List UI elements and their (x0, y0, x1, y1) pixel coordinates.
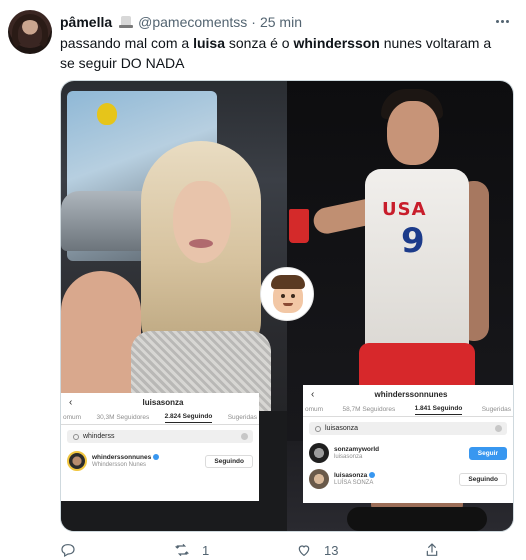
shoes (347, 507, 487, 531)
ig-result-username: luisasonza (334, 472, 376, 479)
back-arrow-icon: ‹ (69, 397, 73, 408)
user-handle[interactable]: @pamecomentss (138, 14, 247, 30)
ig-result-name: LUÍSA SONZA (334, 480, 374, 486)
ig-result-row: whinderssonnunes Whindersson Nunes Segui… (61, 448, 259, 474)
ig-tab: 58,7M Seguidores (342, 406, 396, 413)
ig-tabs: omum 30,3M Seguidores 2.824 Seguindo Sug… (61, 411, 259, 425)
verified-icon (369, 472, 376, 479)
verified-icon (153, 454, 160, 461)
reply-icon (61, 544, 75, 558)
sticker-icon (97, 103, 117, 125)
ig-avatar (309, 469, 329, 489)
tweet-actions: 1 13 (60, 540, 500, 560)
reply-button[interactable] (60, 542, 88, 558)
ig-result-username: sonzamyworld (334, 446, 380, 453)
ig-following-button: Seguindo (205, 455, 253, 468)
timestamp[interactable]: 25 min (260, 14, 302, 30)
search-icon (315, 425, 321, 432)
dot-separator: · (251, 14, 256, 30)
ig-avatar (67, 451, 87, 471)
like-count: 13 (324, 542, 339, 558)
ig-search-value: whinderss (83, 433, 115, 440)
tweet-header: pâmella @pamecomentss · 25 min (60, 12, 302, 32)
memoji-mouth (283, 303, 293, 306)
face (173, 181, 231, 263)
clear-icon (241, 433, 248, 440)
ig-result-username-text: whinderssonnunes (92, 454, 152, 461)
ig-tab: Sugeridas (227, 414, 257, 421)
ig-header: ‹ whinderssonnunes (303, 385, 513, 403)
back-arrow-icon: ‹ (311, 389, 315, 400)
text-part: passando mal com a (60, 35, 194, 51)
ig-search-value: luisasonza (325, 425, 359, 432)
clear-icon (495, 425, 502, 432)
ig-tab: Sugeridas (481, 406, 511, 413)
ig-avatar (309, 443, 329, 463)
memoji-eye (291, 294, 295, 298)
ig-tab-active: 1.841 Seguindo (414, 405, 463, 415)
display-name[interactable]: pâmella (60, 14, 112, 30)
retweet-icon (175, 544, 189, 556)
ig-tab: 30,3M Seguidores (96, 414, 150, 421)
ig-result-name: luisasonza (334, 454, 363, 460)
search-icon (73, 433, 79, 440)
memoji-eye (281, 294, 285, 298)
like-button[interactable]: 13 (296, 542, 338, 558)
jersey-number: 9 (401, 221, 425, 261)
ig-username: luisasonza (142, 397, 184, 407)
ig-result-name: Whindersson Nunes (92, 462, 147, 468)
tweet-media[interactable]: USA 9 ‹ luisasonza omum 30,3M Seguidores (60, 80, 514, 532)
more-options-icon[interactable] (492, 12, 512, 30)
text-bold-luisa: luisa (193, 35, 225, 51)
ig-result-username: whinderssonnunes (92, 454, 160, 461)
computer-emoji-icon (118, 15, 134, 29)
ig-tab-active: 2.824 Seguindo (164, 413, 213, 423)
ig-search: luisasonza (309, 422, 507, 435)
ig-search: whinderss (67, 430, 253, 443)
ig-result-username-text: luisasonza (334, 472, 368, 479)
jersey-text: USA (382, 199, 427, 220)
text-part: sonza é o (224, 35, 294, 51)
retweet-button[interactable]: 1 (174, 542, 209, 558)
ig-result-row: luisasonza LUÍSA SONZA Seguindo (303, 466, 513, 492)
text-bold-whindersson: whindersson (293, 35, 380, 51)
retweet-count: 1 (202, 542, 210, 558)
ig-tab: omum (305, 406, 324, 413)
ig-header: ‹ luisasonza (61, 393, 259, 411)
ig-follow-button: Seguir (468, 447, 507, 460)
ig-username: whinderssonnunes (374, 389, 448, 399)
ig-result-row: sonzamyworld luisasonza Seguir (303, 440, 513, 466)
ig-following-button: Seguindo (459, 473, 507, 486)
memoji-hair (271, 275, 305, 289)
tweet[interactable]: pâmella @pamecomentss · 25 min passando … (0, 0, 526, 560)
ig-tab: omum (63, 414, 82, 421)
memoji-face-icon (260, 267, 314, 321)
share-button[interactable] (424, 542, 440, 558)
share-icon (426, 543, 438, 556)
instagram-screenshot-right: ‹ whinderssonnunes omum 58,7M Seguidores… (303, 385, 513, 503)
like-icon (298, 545, 310, 557)
instagram-screenshot-left: ‹ luisasonza omum 30,3M Seguidores 2.824… (61, 393, 259, 501)
lips (189, 239, 213, 248)
head (387, 101, 439, 165)
red-cup (289, 209, 309, 243)
tweet-text: passando mal com a luisa sonza é o whind… (60, 33, 500, 73)
avatar[interactable] (8, 10, 52, 54)
avatar-hair (12, 14, 48, 52)
ig-tabs: omum 58,7M Seguidores 1.841 Seguindo Sug… (303, 403, 513, 417)
